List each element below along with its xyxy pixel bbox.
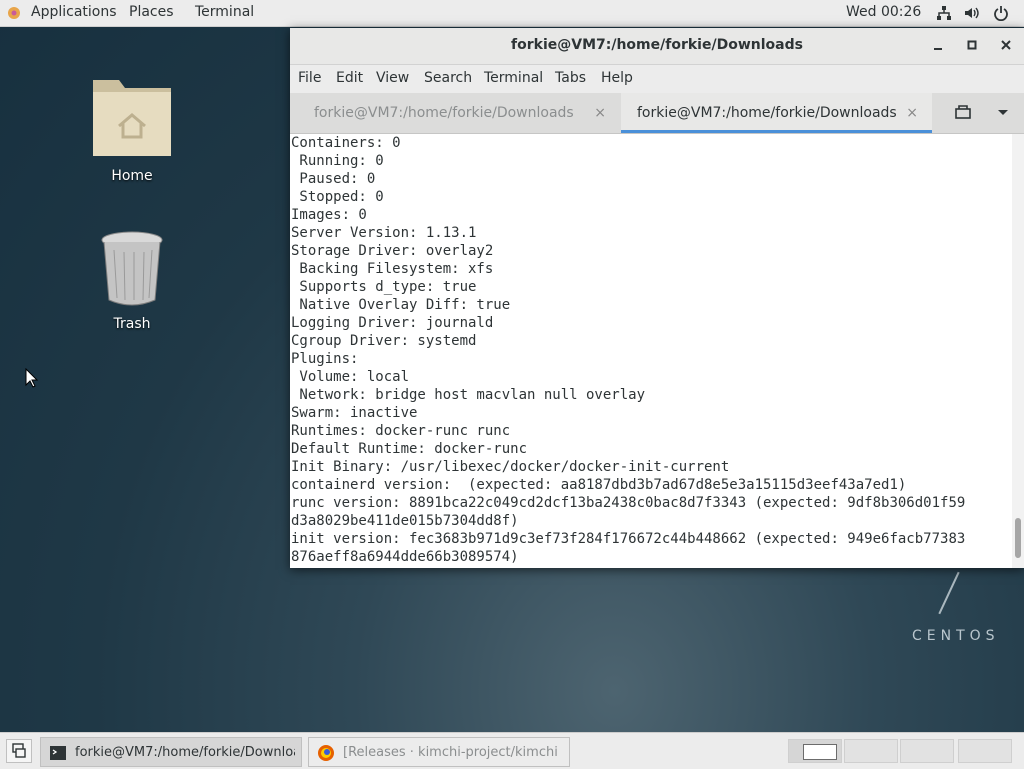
firefox-icon (318, 745, 334, 761)
tab-2-label: forkie@VM7:/home/forkie/Downloads (637, 105, 897, 121)
volume-icon[interactable] (964, 5, 980, 21)
workspace-window-preview (803, 744, 837, 760)
desktop-trash[interactable]: Trash (77, 230, 187, 332)
terminal-text: Containers: 0 Running: 0 Paused: 0 Stopp… (290, 134, 1012, 566)
desktop-home[interactable]: Home (77, 74, 187, 184)
terminal-line: d3a8029be411de015b7304dd8f) (291, 513, 519, 529)
network-icon[interactable] (936, 5, 952, 21)
terminal-line: containerd version: (expected: aa8187dbd… (291, 477, 907, 493)
bottom-panel: forkie@VM7:/home/forkie/Downloa... [Rele… (0, 732, 1024, 769)
terminal-line: Images: 0 (291, 207, 367, 223)
menu-bar: File Edit View Search Terminal Tabs Help (290, 65, 1024, 93)
terminal-line: Runtimes: docker-runc runc (291, 423, 511, 439)
terminal-line: Volume: local (291, 369, 410, 385)
applications-icon[interactable] (7, 6, 21, 20)
workspace-3[interactable] (900, 739, 954, 763)
top-panel: Applications Places Terminal Wed 00:26 (0, 0, 1024, 27)
maximize-button[interactable] (962, 36, 982, 56)
menu-edit[interactable]: Edit (336, 70, 363, 86)
terminal-line: Plugins: (291, 351, 359, 367)
home-label: Home (111, 168, 153, 184)
close-icon (1001, 40, 1011, 50)
menu-tabs[interactable]: Tabs (555, 70, 586, 86)
tab-2[interactable]: forkie@VM7:/home/forkie/Downloads × (621, 93, 932, 133)
terminal-app-menu[interactable]: Terminal (195, 4, 254, 20)
tab-1-label: forkie@VM7:/home/forkie/Downloads (314, 105, 574, 121)
workspace-1[interactable] (788, 739, 842, 763)
taskbar-item-firefox-label: [Releases · kimchi-project/kimchi · G... (343, 745, 563, 760)
window-titlebar[interactable]: forkie@VM7:/home/forkie/Downloads (290, 28, 1024, 65)
close-button[interactable] (996, 36, 1016, 56)
tab-1-close-icon[interactable]: × (594, 93, 606, 133)
scrollbar-thumb[interactable] (1015, 518, 1021, 558)
scrollbar[interactable] (1012, 134, 1024, 568)
chevron-down-icon[interactable] (996, 105, 1010, 119)
terminal-line: Native Overlay Diff: true (291, 297, 511, 313)
terminal-line: Cgroup Driver: systemd (291, 333, 477, 349)
new-tab-icon[interactable] (954, 103, 972, 121)
mouse-pointer-icon (25, 368, 39, 388)
terminal-line: 876aeff8a6944dde66b3089574) (291, 549, 519, 565)
terminal-line: Paused: 0 (291, 171, 376, 187)
terminal-line: Default Runtime: docker-runc (291, 441, 528, 457)
terminal-icon (50, 746, 66, 760)
home-folder-icon (93, 80, 171, 156)
menu-terminal[interactable]: Terminal (484, 70, 543, 86)
terminal-line: init version: fec3683b971d9c3ef73f284f17… (291, 531, 966, 547)
menu-search[interactable]: Search (424, 70, 472, 86)
menu-help[interactable]: Help (601, 70, 633, 86)
trash-icon (101, 231, 163, 306)
applications-menu[interactable]: Applications (31, 4, 117, 20)
minimize-button[interactable] (928, 36, 948, 56)
taskbar-item-terminal-label: forkie@VM7:/home/forkie/Downloa... (75, 745, 295, 760)
terminal-line: Logging Driver: journald (291, 315, 494, 331)
terminal-line: Storage Driver: overlay2 (291, 243, 494, 259)
tab-bar: forkie@VM7:/home/forkie/Downloads × fork… (290, 93, 1024, 134)
centos-logo-mark (938, 571, 960, 615)
terminal-line: Network: bridge host macvlan null overla… (291, 387, 646, 403)
tab-1[interactable]: forkie@VM7:/home/forkie/Downloads × (290, 93, 620, 133)
menu-view[interactable]: View (376, 70, 409, 86)
terminal-window[interactable]: forkie@VM7:/home/forkie/Downloads File E… (290, 28, 1024, 568)
terminal-line: Supports d_type: true (291, 279, 477, 295)
terminal-line: Swarm: inactive (291, 405, 418, 421)
terminal-line: Running: 0 (291, 153, 384, 169)
taskbar-item-terminal[interactable]: forkie@VM7:/home/forkie/Downloa... (40, 737, 302, 767)
clock[interactable]: Wed 00:26 (846, 4, 921, 20)
terminal-output[interactable]: Containers: 0 Running: 0 Paused: 0 Stopp… (290, 134, 1012, 568)
terminal-line: runc version: 8891bca22c049cd2dcf13ba243… (291, 495, 966, 511)
centos-wordmark: CENTOS (912, 628, 1000, 644)
terminal-line: Stopped: 0 (291, 189, 384, 205)
show-desktop-button[interactable] (6, 739, 32, 763)
tab-2-close-icon[interactable]: × (906, 93, 918, 133)
maximize-icon (967, 40, 977, 50)
terminal-line: Backing Filesystem: xfs (291, 261, 494, 277)
menu-file[interactable]: File (298, 70, 321, 86)
power-icon[interactable] (993, 5, 1009, 21)
places-menu[interactable]: Places (129, 4, 174, 20)
show-desktop-icon (12, 743, 26, 758)
minimize-icon (934, 48, 942, 50)
taskbar-item-firefox[interactable]: [Releases · kimchi-project/kimchi · G... (308, 737, 570, 767)
terminal-line: Init Binary: /usr/libexec/docker/docker-… (291, 459, 730, 475)
workspace-4[interactable] (958, 739, 1012, 763)
terminal-line: Server Version: 1.13.1 (291, 225, 477, 241)
window-title: forkie@VM7:/home/forkie/Downloads (511, 37, 803, 53)
workspace-2[interactable] (844, 739, 898, 763)
terminal-line: Containers: 0 (291, 135, 401, 151)
trash-label: Trash (113, 316, 151, 332)
